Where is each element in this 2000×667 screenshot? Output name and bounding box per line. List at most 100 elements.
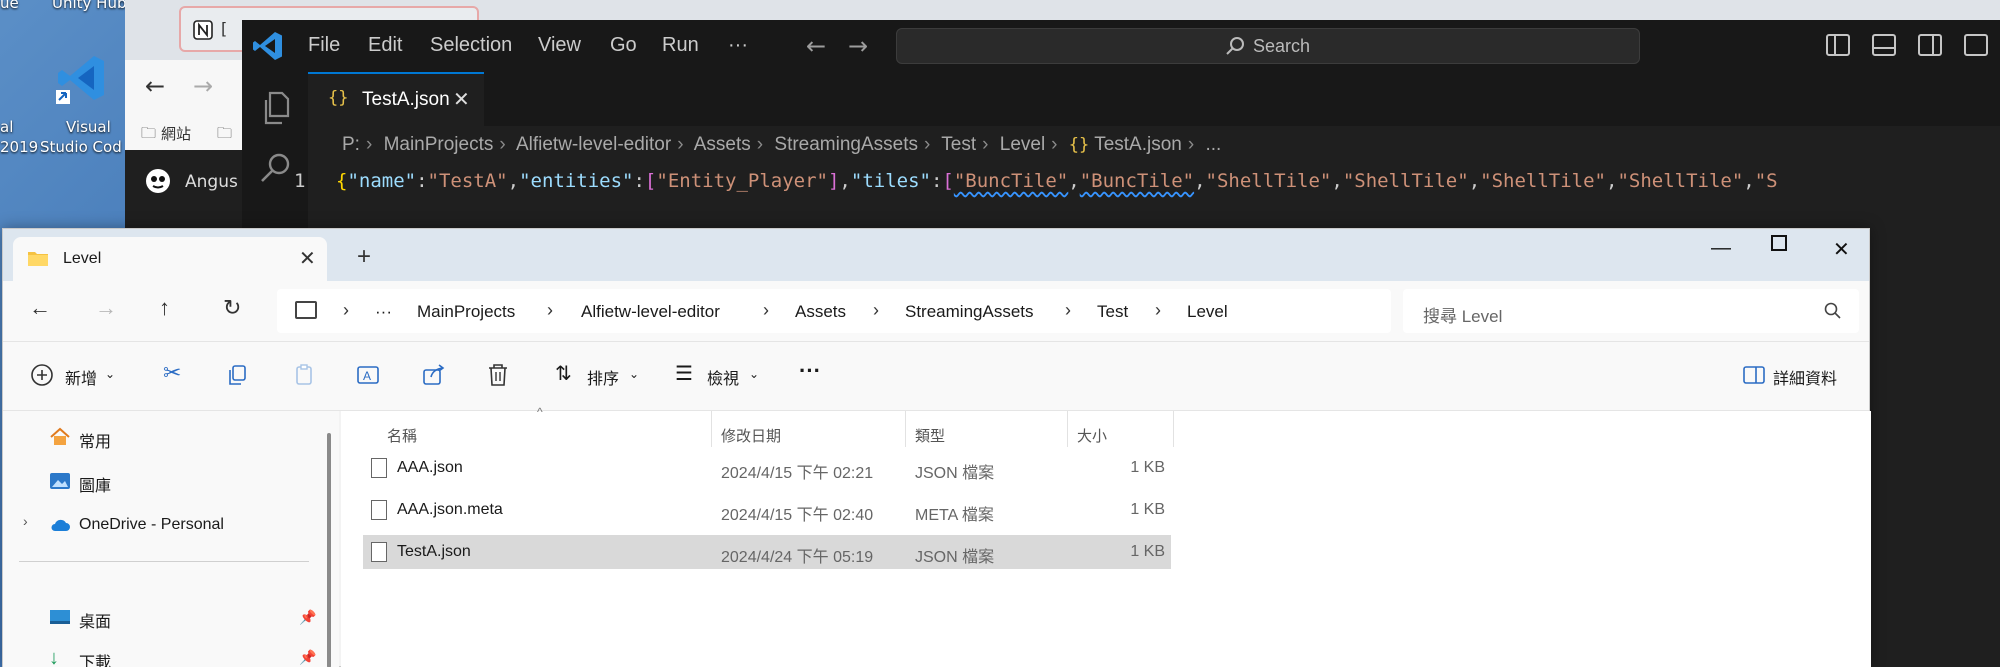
- sidebar-item-home[interactable]: 常用: [79, 428, 111, 452]
- chevron-down-icon[interactable]: ⌄: [629, 367, 639, 381]
- forward-arrow-icon[interactable]: →: [95, 295, 117, 321]
- breadcrumb-item[interactable]: Level: [1000, 134, 1045, 155]
- close-icon[interactable]: ✕: [299, 246, 316, 271]
- sidebar-item-desktop[interactable]: 桌面: [79, 608, 111, 632]
- breadcrumb-item[interactable]: TestA.json: [1094, 134, 1182, 155]
- editor-line[interactable]: 1 {"name":"TestA","entities":["Entity_Pl…: [242, 170, 2000, 200]
- more-options-button[interactable]: ···: [799, 358, 821, 384]
- menu-more[interactable]: ···: [728, 34, 748, 57]
- desktop-icon-label-vscode[interactable]: Visual: [66, 118, 111, 136]
- column-header-type[interactable]: 類型: [915, 425, 945, 446]
- pin-icon[interactable]: 📌: [299, 649, 316, 666]
- back-arrow-icon[interactable]: ←: [29, 295, 51, 321]
- pin-icon[interactable]: 📌: [299, 609, 316, 626]
- sidebar-item-downloads[interactable]: 下載: [79, 649, 111, 667]
- address-segment[interactable]: Alfietw-level-editor: [581, 302, 720, 322]
- chevron-right-icon[interactable]: ›: [1155, 300, 1161, 321]
- menu-edit[interactable]: Edit: [368, 34, 402, 57]
- sort-icon[interactable]: ⇅: [555, 361, 572, 386]
- menu-selection[interactable]: Selection: [430, 34, 512, 57]
- details-button[interactable]: 詳細資料: [1773, 365, 1837, 389]
- forward-arrow-icon[interactable]: →: [193, 72, 213, 100]
- editor-tab-testa-json[interactable]: {} TestA.json ✕: [308, 72, 484, 126]
- view-button[interactable]: 檢視: [707, 365, 739, 389]
- search-input[interactable]: 搜尋 Level: [1403, 289, 1859, 333]
- menu-run[interactable]: Run: [662, 34, 699, 57]
- address-segment[interactable]: StreamingAssets: [905, 302, 1034, 322]
- sidebar-item-onedrive[interactable]: OneDrive - Personal: [79, 516, 224, 534]
- chevron-right-icon[interactable]: ›: [763, 300, 769, 321]
- menu-file[interactable]: File: [308, 34, 340, 57]
- chevron-down-icon[interactable]: ⌄: [105, 367, 115, 381]
- back-arrow-icon[interactable]: ←: [806, 32, 826, 60]
- file-row[interactable]: AAA.json 2024/4/15 下午 02:21 JSON 檔案 1 KB: [363, 451, 1171, 485]
- toggle-secondary-sidebar-icon[interactable]: [1918, 34, 1942, 56]
- customize-layout-icon[interactable]: [1964, 34, 1988, 56]
- chevron-down-icon[interactable]: ⌄: [749, 367, 759, 381]
- breadcrumb-item[interactable]: MainProjects: [384, 134, 494, 155]
- address-segment[interactable]: Assets: [795, 302, 846, 322]
- address-bar[interactable]: › ··· MainProjects › Alfietw-level-edito…: [277, 289, 1391, 333]
- file-row[interactable]: AAA.json.meta 2024/4/15 下午 02:40 META 檔案…: [363, 493, 1171, 527]
- chevron-right-icon[interactable]: ›: [343, 300, 349, 321]
- sidebar-scrollbar[interactable]: [327, 433, 331, 667]
- column-header-size[interactable]: 大小: [1077, 425, 1107, 446]
- delete-icon[interactable]: [485, 362, 511, 388]
- new-tab-button[interactable]: +: [357, 243, 371, 271]
- breadcrumb-item[interactable]: StreamingAssets: [774, 134, 918, 155]
- menu-view[interactable]: View: [538, 34, 581, 57]
- chevron-right-icon[interactable]: ›: [873, 300, 879, 321]
- explorer-files-icon[interactable]: [258, 90, 294, 126]
- sidebar-item-gallery[interactable]: 圖庫: [79, 472, 111, 496]
- breadcrumb-item[interactable]: P:: [342, 134, 360, 155]
- rename-icon[interactable]: A: [355, 362, 381, 388]
- forward-arrow-icon[interactable]: →: [848, 32, 868, 60]
- breadcrumb-item[interactable]: Assets: [694, 134, 751, 155]
- add-icon[interactable]: [29, 362, 55, 388]
- details-pane-icon[interactable]: [1741, 362, 1767, 388]
- explorer-tab-level[interactable]: Level ✕: [13, 237, 327, 281]
- address-overflow[interactable]: ···: [375, 302, 392, 322]
- copy-icon[interactable]: [225, 362, 251, 388]
- breadcrumb-item[interactable]: ...: [1205, 134, 1221, 155]
- chevron-right-icon[interactable]: ›: [23, 513, 28, 529]
- code-token: ]: [827, 170, 840, 192]
- address-segment[interactable]: Level: [1187, 302, 1228, 322]
- command-center-search[interactable]: Search: [896, 28, 1640, 64]
- toggle-primary-sidebar-icon[interactable]: [1826, 34, 1850, 56]
- column-separator[interactable]: [711, 411, 712, 447]
- share-icon[interactable]: [421, 362, 447, 388]
- vscode-desktop-icon[interactable]: [56, 52, 108, 104]
- column-separator[interactable]: [1067, 411, 1068, 447]
- column-separator[interactable]: [905, 411, 906, 447]
- address-segment[interactable]: MainProjects: [417, 302, 515, 322]
- paste-icon[interactable]: [291, 362, 317, 388]
- chevron-right-icon[interactable]: ›: [1065, 300, 1071, 321]
- new-button[interactable]: 新增: [65, 365, 97, 389]
- sort-button[interactable]: 排序: [587, 365, 619, 389]
- menu-go[interactable]: Go: [610, 34, 637, 57]
- breadcrumb-item[interactable]: Alfietw-level-editor: [516, 134, 671, 155]
- toggle-panel-icon[interactable]: [1872, 34, 1896, 56]
- desktop-icon-label-unity-hub[interactable]: Unity Hub: [52, 0, 127, 12]
- bookmark-folder-label[interactable]: 網站: [161, 123, 191, 144]
- file-row[interactable]: TestA.json 2024/4/24 下午 05:19 JSON 檔案 1 …: [363, 535, 1171, 569]
- breadcrumb-item[interactable]: Test: [941, 134, 976, 155]
- column-header-date[interactable]: 修改日期: [721, 425, 781, 446]
- close-icon[interactable]: ✕: [453, 87, 470, 111]
- back-arrow-icon[interactable]: ←: [145, 72, 165, 100]
- maximize-button[interactable]: [1771, 235, 1787, 251]
- chevron-right-icon: ›: [756, 134, 764, 155]
- view-icon[interactable]: ☰: [675, 361, 693, 386]
- minimize-button[interactable]: —: [1711, 237, 1731, 260]
- refresh-icon[interactable]: ↻: [223, 295, 241, 321]
- chevron-right-icon[interactable]: ›: [547, 300, 553, 321]
- close-window-button[interactable]: ✕: [1833, 237, 1850, 262]
- up-arrow-icon[interactable]: ↑: [159, 295, 170, 321]
- column-header-name[interactable]: 名稱: [387, 425, 417, 446]
- cut-icon[interactable]: ✂: [163, 360, 181, 386]
- code-token: "entities": [519, 170, 634, 192]
- code-content[interactable]: {"name":"TestA","entities":["Entity_Play…: [336, 170, 1778, 192]
- column-separator[interactable]: [1173, 411, 1174, 447]
- address-segment[interactable]: Test: [1097, 302, 1128, 322]
